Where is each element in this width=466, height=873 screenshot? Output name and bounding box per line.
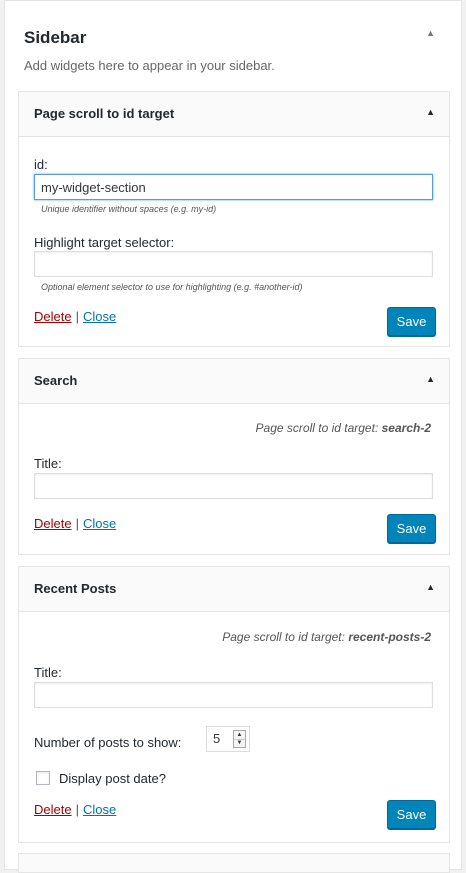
next-widget-header[interactable] (18, 853, 450, 873)
collapse-arrow-icon[interactable]: ▲ (426, 582, 435, 592)
stepper-down-icon[interactable]: ▼ (234, 739, 245, 747)
widget-search: Search ▲ Page scroll to id target: searc… (18, 358, 450, 555)
highlight-selector-hint: Optional element selector to use for hig… (41, 282, 303, 292)
sidebar-description: Add widgets here to appear in your sideb… (24, 58, 275, 73)
separator: | (75, 309, 79, 324)
sidebar-title: Sidebar (24, 28, 87, 47)
close-link[interactable]: Close (83, 802, 116, 817)
save-button[interactable]: Save (387, 800, 436, 829)
highlight-selector-input[interactable] (34, 251, 433, 277)
delete-link[interactable]: Delete (34, 802, 72, 817)
number-of-posts-label: Number of posts to show: (34, 735, 182, 750)
scroll-target-prefix: Page scroll to id target: (222, 630, 345, 644)
number-of-posts-value: 5 (213, 731, 221, 746)
title-label: Title: (34, 456, 62, 471)
number-of-posts-stepper[interactable]: 5 ▲ ▼ (206, 726, 250, 752)
scroll-target-id: recent-posts-2 (348, 630, 431, 644)
close-link[interactable]: Close (83, 309, 116, 324)
widget-recent-posts: Recent Posts ▲ Page scroll to id target:… (18, 566, 450, 843)
title-input[interactable] (34, 682, 433, 708)
scroll-target-note: Page scroll to id target: search-2 (256, 421, 431, 435)
display-post-date-checkbox[interactable] (36, 771, 50, 785)
delete-link[interactable]: Delete (34, 516, 72, 531)
collapse-arrow-icon[interactable]: ▲ (426, 374, 435, 384)
widget-page-scroll-to-id: Page scroll to id target ▲ id: Unique id… (18, 91, 450, 347)
id-hint: Unique identifier without spaces (e.g. m… (41, 204, 217, 214)
widget-actions: Delete | Close (34, 802, 116, 817)
sidebar-panel: Sidebar ▲ Add widgets here to appear in … (4, 0, 462, 873)
save-button[interactable]: Save (387, 514, 436, 543)
widget-title: Page scroll to id target (34, 106, 175, 121)
id-label: id: (34, 157, 48, 172)
close-link[interactable]: Close (83, 516, 116, 531)
separator: | (75, 802, 79, 817)
display-post-date-label[interactable]: Display post date? (59, 771, 166, 786)
separator: | (75, 516, 79, 531)
widget-header[interactable]: Page scroll to id target ▲ (19, 92, 449, 137)
widget-title: Recent Posts (34, 581, 117, 596)
id-input[interactable] (34, 174, 433, 200)
widget-actions: Delete | Close (34, 516, 116, 531)
highlight-selector-label: Highlight target selector: (34, 235, 175, 250)
collapse-arrow-icon[interactable]: ▲ (426, 107, 435, 117)
stepper-buttons: ▲ ▼ (233, 730, 246, 748)
delete-link[interactable]: Delete (34, 309, 72, 324)
title-label: Title: (34, 665, 62, 680)
widget-actions: Delete | Close (34, 309, 116, 324)
widget-header[interactable]: Recent Posts ▲ (19, 567, 449, 612)
save-button[interactable]: Save (387, 307, 436, 336)
scroll-target-id: search-2 (381, 421, 431, 435)
collapse-arrow-icon[interactable]: ▲ (426, 28, 435, 38)
widget-header[interactable]: Search ▲ (19, 359, 449, 404)
scroll-target-note: Page scroll to id target: recent-posts-2 (222, 630, 431, 644)
sidebar-header[interactable]: Sidebar ▲ Add widgets here to appear in … (5, 1, 461, 91)
title-input[interactable] (34, 473, 433, 499)
widget-title: Search (34, 373, 78, 388)
scroll-target-prefix: Page scroll to id target: (255, 421, 379, 435)
